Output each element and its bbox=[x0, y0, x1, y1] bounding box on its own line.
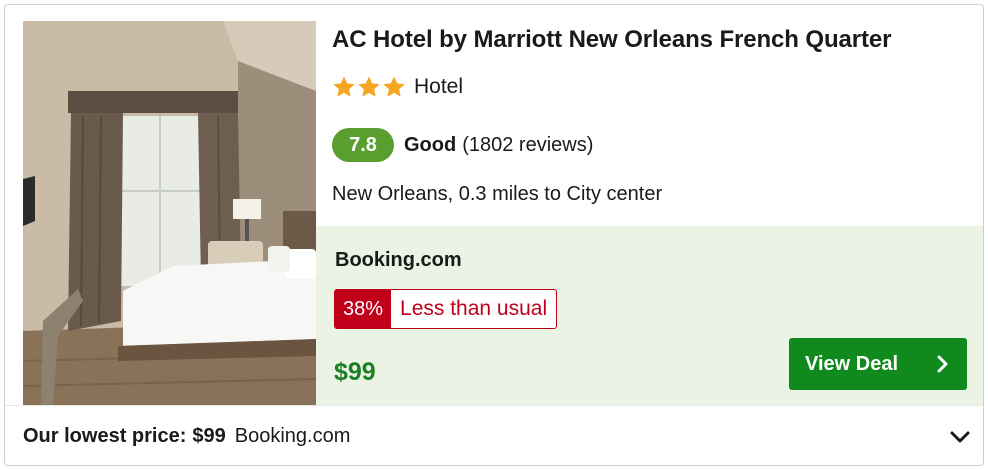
view-deal-button[interactable]: View Deal bbox=[789, 338, 967, 390]
hotel-result-card[interactable]: AC Hotel by Marriott New Orleans French … bbox=[4, 4, 984, 466]
hotel-photo[interactable] bbox=[23, 21, 316, 405]
discount-text: Less than usual bbox=[400, 297, 548, 320]
review-score-badge: 7.8 bbox=[332, 128, 394, 162]
view-deal-label: View Deal bbox=[805, 352, 899, 375]
star-icon bbox=[358, 76, 380, 97]
star-rating: Hotel bbox=[332, 75, 463, 99]
discount-badge: 38% Less than usual bbox=[334, 289, 558, 329]
hotel-room-image bbox=[23, 21, 316, 405]
review-label: Good bbox=[404, 133, 457, 156]
deal-provider: Booking.com bbox=[335, 249, 462, 271]
lowest-price-bar[interactable]: Our lowest price: $99 Booking.com bbox=[5, 405, 983, 465]
hotel-name[interactable]: AC Hotel by Marriott New Orleans French … bbox=[332, 26, 892, 54]
lowest-price-provider: Booking.com bbox=[234, 425, 351, 447]
review-count: (1802 reviews) bbox=[462, 133, 594, 156]
star-icon bbox=[383, 76, 405, 97]
review-summary[interactable]: 7.8 Good (1802 reviews) bbox=[332, 128, 593, 162]
chevron-right-icon bbox=[937, 355, 948, 373]
deal-price: $99 bbox=[334, 358, 376, 386]
hotel-location: New Orleans, 0.3 miles to City center bbox=[332, 183, 663, 205]
property-type: Hotel bbox=[414, 75, 464, 98]
star-icon bbox=[333, 76, 355, 97]
chevron-down-icon[interactable] bbox=[949, 428, 971, 446]
lowest-price-value: $99 bbox=[192, 425, 226, 447]
discount-percent: 38% bbox=[335, 290, 392, 328]
deal-panel[interactable]: Booking.com 38% Less than usual $99 View… bbox=[316, 226, 983, 405]
lowest-price-label: Our lowest price: bbox=[23, 425, 187, 447]
